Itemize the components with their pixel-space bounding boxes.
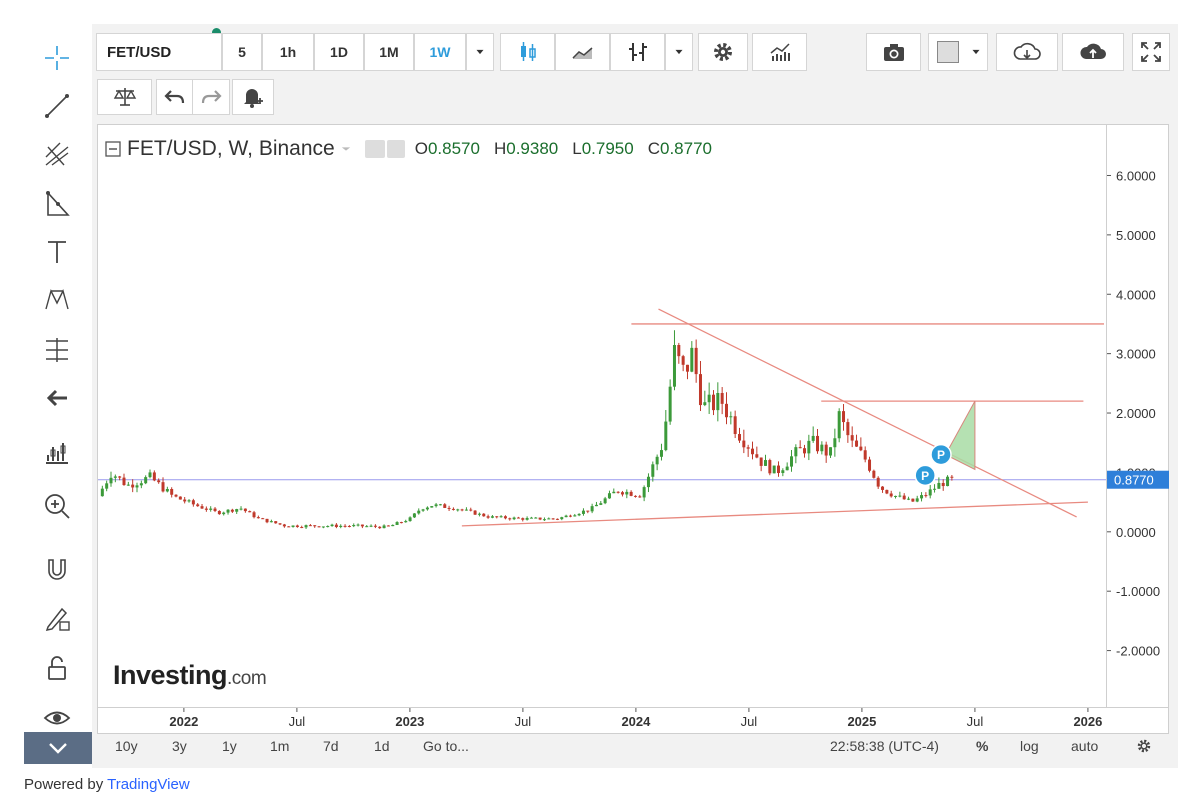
cloud-download-icon <box>1013 42 1041 60</box>
tool-triangle-pattern[interactable] <box>34 184 80 224</box>
alert-button[interactable] <box>232 79 274 115</box>
tool-xabcd-pattern[interactable] <box>34 280 80 320</box>
collapse-chevron-icon <box>49 743 67 754</box>
tool-trendline[interactable] <box>34 86 80 126</box>
tool-long-position[interactable] <box>34 432 80 472</box>
goto-button[interactable]: Go to... <box>423 738 469 754</box>
scales-icon <box>113 88 136 106</box>
tool-text[interactable] <box>34 232 80 272</box>
area-chart-icon <box>571 47 592 59</box>
range-button-1m[interactable]: 1m <box>270 738 289 754</box>
lock-drawing-icon <box>45 607 70 631</box>
save-chart-button[interactable] <box>1062 33 1124 71</box>
range-button-1d[interactable]: 1d <box>374 738 390 754</box>
pitchfork-icon <box>45 142 69 166</box>
gear-icon <box>714 43 732 61</box>
gear-icon[interactable] <box>1135 737 1153 755</box>
log-toggle[interactable]: log <box>1020 738 1039 754</box>
bottom-toolbar: 10y 3y 1y 1m 7d 1d Go to... 22:58:38 (UTC-4) … <box>97 735 1169 759</box>
interval-dropdown-button[interactable] <box>466 33 494 71</box>
bell-plus-icon <box>244 89 263 108</box>
tradingview-link[interactable]: TradingView <box>107 776 190 793</box>
bars-icon <box>628 43 647 61</box>
redo-button[interactable] <box>192 79 230 115</box>
price-axis[interactable] <box>1107 124 1169 708</box>
symbol-input[interactable]: FET/USD <box>96 33 222 71</box>
compare-button[interactable] <box>97 79 152 115</box>
investing-logo: Investing.com <box>113 660 267 690</box>
snapshot-button[interactable] <box>866 33 921 71</box>
load-chart-button[interactable] <box>996 33 1058 71</box>
tool-arrow-left[interactable] <box>34 378 80 418</box>
tool-crosshair[interactable] <box>34 38 80 78</box>
zoom-in-icon <box>45 494 70 519</box>
redo-icon <box>201 90 222 104</box>
tool-zoom-in[interactable] <box>34 486 80 526</box>
xabcd-pattern-icon <box>45 289 69 310</box>
chart-type-dropdown-button[interactable] <box>665 33 693 71</box>
ohlc-low: L0.7950 <box>572 139 634 158</box>
candles-chart-type-button[interactable] <box>500 33 555 71</box>
range-button-10y[interactable]: 10y <box>115 738 138 754</box>
chart-pane[interactable] <box>97 124 1107 708</box>
eye-icon <box>43 711 71 725</box>
powered-by: Powered by TradingView <box>24 776 190 793</box>
color-picker-button[interactable] <box>928 33 988 71</box>
ohlc-open: O0.8570 <box>414 139 480 158</box>
clock-display: 22:58:38 (UTC-4) <box>830 738 939 754</box>
color-swatch <box>937 41 959 63</box>
chevron-down-icon <box>675 49 683 55</box>
time-axis[interactable] <box>97 708 1169 734</box>
legend-chevron-icon[interactable] <box>341 144 351 154</box>
fullscreen-icon <box>1141 42 1161 62</box>
area-chart-type-button[interactable] <box>555 33 610 71</box>
triangle-pattern-icon <box>46 190 70 216</box>
tool-lock-drawing[interactable] <box>34 598 80 638</box>
tool-collapse-chevron[interactable] <box>24 732 92 764</box>
long-position-icon <box>46 443 68 464</box>
legend-title: FET/USD, W, Binance <box>127 137 335 160</box>
range-button-7d[interactable]: 7d <box>323 738 339 754</box>
interval-button-5[interactable]: 5 <box>222 33 262 71</box>
camera-icon <box>883 44 904 61</box>
chart-legend: FET/USD, W, Binance O0.8570 H0.9380 L0.7… <box>105 137 712 161</box>
chevron-down-icon <box>972 49 980 55</box>
chevron-down-icon <box>476 49 484 55</box>
text-icon <box>48 241 66 263</box>
undo-button[interactable] <box>156 79 194 115</box>
trendline-icon <box>45 94 69 118</box>
interval-button-1d[interactable]: 1D <box>314 33 364 71</box>
indicators-icon <box>770 43 790 61</box>
interval-button-1h[interactable]: 1h <box>262 33 314 71</box>
visibility-toggle-icon[interactable] <box>364 140 385 158</box>
crosshair-icon <box>45 46 69 70</box>
measure-icon <box>46 338 68 362</box>
magnet-icon <box>48 559 66 580</box>
auto-toggle[interactable]: auto <box>1071 738 1098 754</box>
range-button-3y[interactable]: 3y <box>172 738 187 754</box>
candles-icon <box>520 42 536 61</box>
tool-measure[interactable] <box>34 330 80 370</box>
arrow-left-icon <box>46 389 67 407</box>
tool-pitchfork[interactable] <box>34 134 80 174</box>
legend-settings-icon[interactable] <box>386 140 405 158</box>
unlock-icon <box>48 656 66 680</box>
settings-button[interactable] <box>698 33 748 71</box>
indicators-button[interactable] <box>752 33 807 71</box>
undo-icon <box>164 90 185 104</box>
tool-magnet[interactable] <box>34 550 80 590</box>
range-button-1y[interactable]: 1y <box>222 738 237 754</box>
fullscreen-button[interactable] <box>1132 33 1170 71</box>
ohlc-high: H0.9380 <box>493 139 559 158</box>
cloud-upload-icon <box>1080 43 1106 59</box>
percent-toggle[interactable]: % <box>976 738 988 754</box>
collapse-legend-icon[interactable] <box>105 141 121 157</box>
bars-chart-type-button[interactable] <box>610 33 665 71</box>
interval-button-1m[interactable]: 1M <box>364 33 414 71</box>
ohlc-close: C0.8770 <box>647 139 712 158</box>
tool-unlock[interactable] <box>34 648 80 688</box>
interval-button-1w[interactable]: 1W <box>414 33 466 71</box>
